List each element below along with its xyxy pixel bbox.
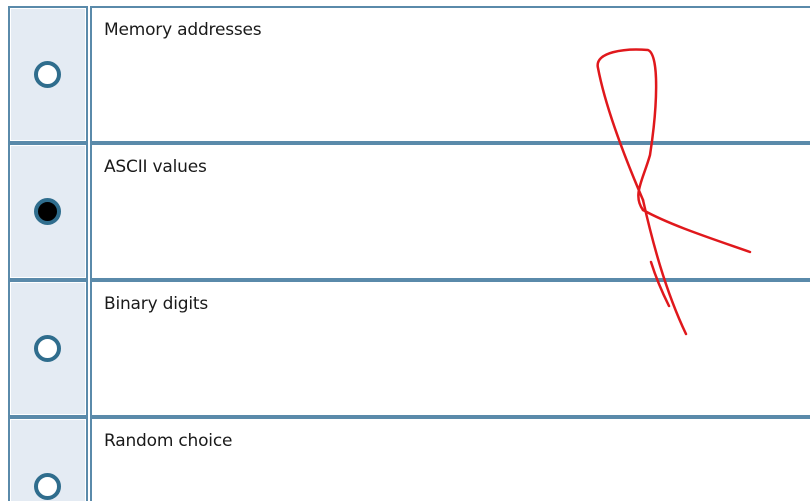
radio-cell[interactable] <box>8 6 88 143</box>
radio-cell[interactable] <box>8 417 88 501</box>
answer-label: Binary digits <box>104 294 208 314</box>
radio-cell[interactable] <box>8 280 88 417</box>
answer-label: Memory addresses <box>104 20 262 40</box>
answer-text-cell[interactable]: ASCII values <box>90 143 810 280</box>
radio-button-unselected-icon[interactable] <box>34 60 61 88</box>
radio-button-unselected-icon[interactable] <box>34 334 61 362</box>
answer-label: ASCII values <box>104 157 207 177</box>
answer-option[interactable]: Memory addresses <box>0 6 810 143</box>
radio-cell[interactable] <box>8 143 88 280</box>
radio-button-selected-icon[interactable] <box>34 197 61 225</box>
answer-text-cell[interactable]: Binary digits <box>90 280 810 417</box>
answer-text-cell[interactable]: Random choice <box>90 417 810 501</box>
answer-text-cell[interactable]: Memory addresses <box>90 6 810 143</box>
answer-label: Random choice <box>104 431 233 451</box>
answer-option[interactable]: ASCII values <box>0 143 810 280</box>
answer-option[interactable]: Random choice <box>0 417 810 501</box>
question-panel: Memory addresses ASCII values Binary dig… <box>0 0 810 501</box>
radio-button-unselected-icon[interactable] <box>34 473 61 500</box>
answer-option[interactable]: Binary digits <box>0 280 810 417</box>
